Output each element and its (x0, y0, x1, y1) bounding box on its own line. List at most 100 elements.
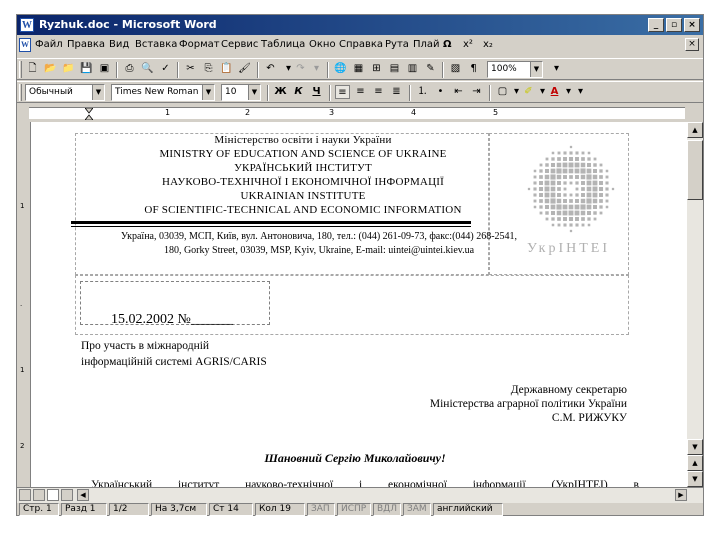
new-document-icon[interactable]: 🗋 (25, 62, 40, 76)
ruler-number: 3 (329, 108, 335, 117)
menu-tools[interactable]: Сервис (221, 39, 258, 50)
toolbar-grip[interactable] (19, 61, 22, 78)
scroll-left-icon[interactable]: ◀ (77, 489, 89, 501)
document-area[interactable]: Міністерство освіти і науки України MINI… (31, 122, 687, 487)
status-trk[interactable]: ИСПР (337, 503, 371, 516)
tables-borders-icon[interactable]: ▦ (351, 62, 366, 76)
toolbar-grip[interactable] (19, 84, 22, 101)
save-icon[interactable]: 💾 (79, 62, 94, 76)
italic-button[interactable]: К (291, 85, 306, 99)
print-layout-icon[interactable] (47, 489, 59, 501)
indent-marker-icon[interactable] (85, 108, 93, 120)
chevron-down-icon[interactable]: ▼ (92, 85, 104, 100)
vertical-ruler[interactable]: 1 · 1 2 (17, 122, 31, 487)
bullets-icon[interactable]: • (433, 85, 448, 99)
open-folder-icon[interactable]: 📂 (43, 62, 58, 76)
drawing-icon[interactable]: ✎ (423, 62, 438, 76)
normal-view-icon[interactable] (19, 489, 31, 501)
align-center-icon[interactable]: ≡ (353, 85, 368, 99)
outline-view-icon[interactable] (61, 489, 73, 501)
redo-dropdown-icon[interactable]: ▾ (309, 62, 324, 76)
status-ovr[interactable]: ЗАМ (403, 503, 431, 516)
hyperlink-icon[interactable]: 🌐 (333, 62, 348, 76)
menu-file[interactable]: Файл (35, 39, 63, 50)
toolbar-options-icon[interactable]: ▾ (549, 62, 564, 76)
print-icon[interactable]: ⎙ (122, 62, 137, 76)
status-language[interactable]: английский (433, 503, 503, 516)
body-word: в (633, 479, 639, 487)
highlight-icon[interactable]: ✐ (521, 85, 536, 99)
scroll-right-icon[interactable]: ▶ (675, 489, 687, 501)
redo-icon[interactable]: ↷ (293, 62, 308, 76)
menu-table[interactable]: Таблица (261, 39, 305, 50)
menu-edit[interactable]: Правка (67, 39, 105, 50)
toolbar-separator (257, 62, 259, 78)
font-select[interactable]: Times New Roman ▼ (111, 84, 215, 101)
increase-indent-icon[interactable]: ⇥ (469, 85, 484, 99)
save-alt-icon[interactable]: ▣ (97, 62, 112, 76)
align-left-icon[interactable]: ≡ (335, 85, 350, 99)
print-preview-icon[interactable]: 🔍 (140, 62, 155, 76)
ruler-track[interactable]: 1 2 3 4 5 (29, 107, 685, 120)
show-formatting-icon[interactable]: ¶ (466, 62, 481, 76)
title-bar[interactable]: W Ryzhuk.doc - Microsoft Word _ ▫ × (17, 15, 703, 35)
paste-icon[interactable]: 📋 (219, 62, 234, 76)
style-select[interactable]: Обычный ▼ (25, 84, 105, 101)
underline-button[interactable]: Ч (309, 85, 324, 99)
columns-icon[interactable]: ▥ (405, 62, 420, 76)
bold-button[interactable]: Ж (273, 85, 288, 99)
chevron-down-icon[interactable]: ▼ (248, 85, 260, 100)
borders-icon[interactable]: ▢ (495, 85, 510, 99)
superscript-button[interactable]: x² (463, 39, 473, 50)
web-view-icon[interactable] (33, 489, 45, 501)
zoom-select[interactable]: 100% ▼ (487, 61, 543, 78)
chevron-down-icon[interactable]: ▼ (202, 85, 214, 100)
menu-ruta[interactable]: Рута (385, 39, 409, 50)
restore-button[interactable]: ▫ (666, 18, 682, 32)
vruler-number: · (20, 302, 23, 310)
scroll-up-icon[interactable]: ▲ (687, 122, 703, 138)
open-folder-alt-icon[interactable]: 📁 (61, 62, 76, 76)
insert-table-icon[interactable]: ⊞ (369, 62, 384, 76)
menu-window[interactable]: Окно (309, 39, 336, 50)
font-color-icon[interactable]: A (547, 85, 562, 99)
vertical-scrollbar[interactable]: ▲ ▼ ▲ ▼ (687, 122, 703, 487)
chevron-down-icon[interactable]: ▼ (530, 62, 542, 77)
omega-symbol-button[interactable]: Ω (443, 39, 452, 50)
menu-view[interactable]: Вид (109, 39, 129, 50)
status-ext[interactable]: ВДЛ (373, 503, 401, 516)
previous-page-icon[interactable]: ▲ (687, 455, 703, 471)
numbering-icon[interactable]: ⒈ (415, 85, 430, 99)
body-word: (УкрІНТЕІ) (551, 479, 608, 487)
horizontal-scrollbar[interactable]: ◀ ▶ (17, 487, 703, 503)
menu-insert[interactable]: Вставка (135, 39, 177, 50)
document-page[interactable]: Міністерство освіти і науки України MINI… (71, 133, 687, 487)
font-size-select[interactable]: 10 ▼ (221, 84, 261, 101)
align-justify-icon[interactable]: ≣ (389, 85, 404, 99)
align-right-icon[interactable]: ≡ (371, 85, 386, 99)
document-icon[interactable]: W (19, 38, 31, 52)
scroll-down-icon[interactable]: ▼ (687, 439, 703, 455)
minimize-button[interactable]: _ (648, 18, 664, 32)
status-rec[interactable]: ЗАП (307, 503, 335, 516)
toolbar-options-icon[interactable]: ▾ (573, 85, 588, 99)
copy-icon[interactable]: ⎘ (201, 62, 216, 76)
spelling-icon[interactable]: ✓ (158, 62, 173, 76)
cut-icon[interactable]: ✂ (183, 62, 198, 76)
document-map-icon[interactable]: ▧ (448, 62, 463, 76)
insert-excel-icon[interactable]: ▤ (387, 62, 402, 76)
document-close-button[interactable]: × (685, 38, 699, 51)
standard-toolbar: 🗋 📂 📁 💾 ▣ ⎙ 🔍 ✓ ✂ ⎘ 📋 🖌 ↶ ▾ ↷ ▾ 🌐 ▦ ⊞ ▤ … (17, 58, 703, 80)
menu-format[interactable]: Формат (179, 39, 220, 50)
horizontal-ruler[interactable]: 1 2 3 4 5 (17, 104, 703, 122)
subscript-button[interactable]: x₂ (483, 39, 493, 50)
menu-help[interactable]: Справка (339, 39, 383, 50)
scroll-thumb[interactable] (687, 140, 703, 200)
close-button[interactable]: × (684, 18, 700, 32)
format-painter-icon[interactable]: 🖌 (237, 62, 252, 76)
decrease-indent-icon[interactable]: ⇤ (451, 85, 466, 99)
undo-icon[interactable]: ↶ (263, 62, 278, 76)
next-page-icon[interactable]: ▼ (687, 471, 703, 487)
menu-plai[interactable]: Плай (413, 39, 440, 50)
word-app-icon[interactable]: W (20, 18, 34, 32)
